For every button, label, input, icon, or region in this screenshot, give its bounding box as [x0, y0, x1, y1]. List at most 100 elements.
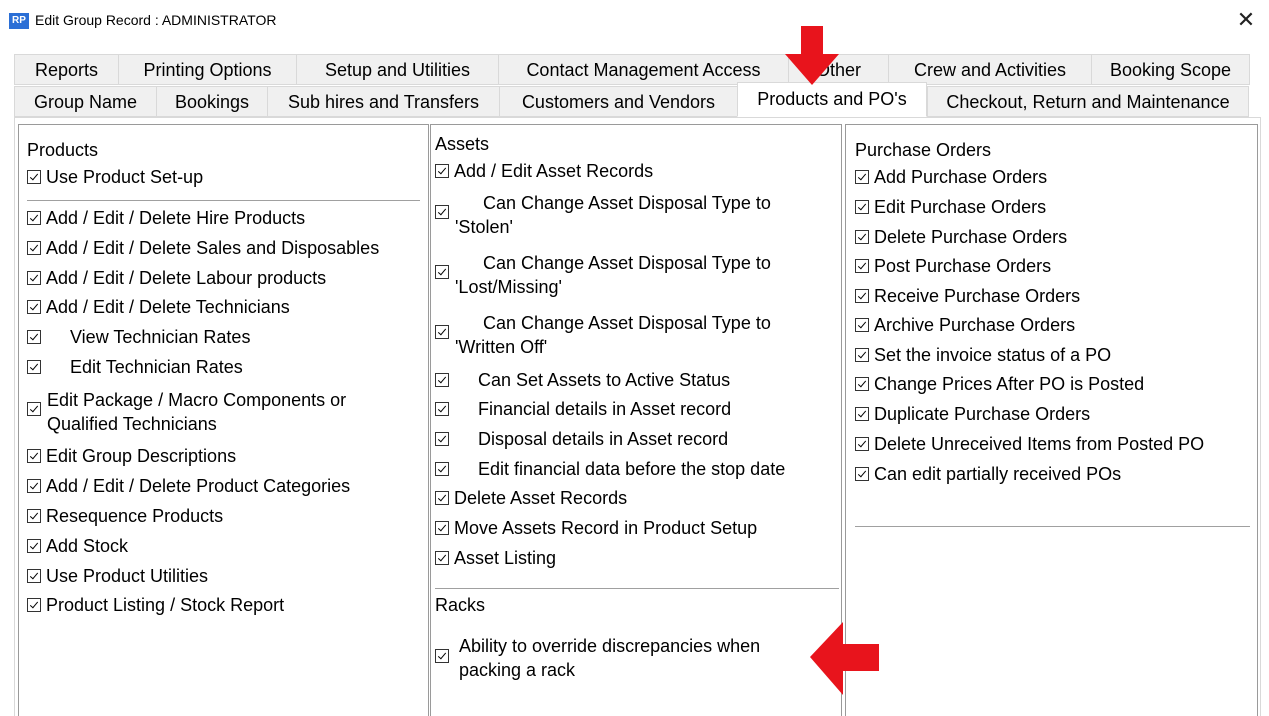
checkbox-sales-disposables[interactable]: Add / Edit / Delete Sales and Disposable… — [27, 234, 379, 263]
checkbox-icon[interactable] — [435, 401, 449, 416]
checkbox-disposal-written-off[interactable]: Can Change Asset Disposal Type to 'Writte… — [435, 311, 835, 359]
checkbox-icon[interactable] — [435, 205, 449, 219]
divider — [435, 588, 839, 589]
app-icon: RP — [9, 13, 29, 29]
checkbox-add-po[interactable]: Add Purchase Orders — [855, 163, 1047, 192]
checkbox-icon[interactable] — [27, 240, 41, 255]
checkbox-icon[interactable] — [435, 520, 449, 535]
tab-booking-scope[interactable]: Booking Scope — [1091, 54, 1250, 85]
tab-crew-and-activities[interactable]: Crew and Activities — [888, 54, 1091, 85]
checkbox-icon[interactable] — [27, 359, 41, 374]
tab-contact-management-access[interactable]: Contact Management Access — [498, 54, 788, 85]
checkbox-icon[interactable] — [27, 402, 41, 416]
checkbox-icon[interactable] — [27, 538, 41, 553]
tab-reports[interactable]: Reports — [14, 54, 118, 85]
checkbox-icon[interactable] — [855, 229, 869, 244]
checkbox-edit-financial-data[interactable]: Edit financial data before the stop date — [435, 455, 785, 484]
checkbox-edit-technician-rates[interactable]: Edit Technician Rates — [27, 353, 243, 382]
checkbox-use-product-setup[interactable]: Use Product Set-up — [27, 163, 203, 192]
checkbox-icon[interactable] — [855, 199, 869, 214]
checkbox-invoice-status-po[interactable]: Set the invoice status of a PO — [855, 341, 1111, 370]
checkbox-icon[interactable] — [855, 288, 869, 303]
tab-checkout-return-maintenance[interactable]: Checkout, Return and Maintenance — [927, 86, 1249, 117]
checkbox-receive-po[interactable]: Receive Purchase Orders — [855, 282, 1080, 311]
tab-printing-options[interactable]: Printing Options — [118, 54, 296, 85]
checkbox-delete-unreceived-items[interactable]: Delete Unreceived Items from Posted PO — [855, 430, 1204, 459]
checkbox-icon[interactable] — [855, 436, 869, 451]
tab-setup-and-utilities[interactable]: Setup and Utilities — [296, 54, 498, 85]
checkbox-icon[interactable] — [435, 325, 449, 339]
tab-products-and-pos[interactable]: Products and PO's — [737, 82, 927, 117]
checkbox-package-macro-components[interactable]: Edit Package / Macro Components or Qualif… — [27, 388, 417, 436]
checkbox-icon[interactable] — [27, 448, 41, 463]
checkbox-icon[interactable] — [435, 431, 449, 446]
checkbox-add-stock[interactable]: Add Stock — [27, 532, 128, 561]
checkbox-icon[interactable] — [27, 210, 41, 225]
checkbox-icon[interactable] — [855, 376, 869, 391]
checkbox-icon[interactable] — [27, 568, 41, 583]
tab-bookings[interactable]: Bookings — [156, 86, 267, 117]
checkbox-change-prices-po[interactable]: Change Prices After PO is Posted — [855, 370, 1144, 399]
checkbox-post-po[interactable]: Post Purchase Orders — [855, 252, 1051, 281]
left-arrow-annotation-icon — [810, 622, 879, 695]
checkbox-move-assets[interactable]: Move Assets Record in Product Setup — [435, 514, 757, 543]
checkbox-icon[interactable] — [435, 372, 449, 387]
products-heading: Products — [27, 140, 99, 160]
checkbox-icon[interactable] — [855, 406, 869, 421]
checkbox-icon[interactable] — [855, 466, 869, 481]
down-arrow-annotation-icon — [785, 26, 839, 85]
checkbox-group-descriptions[interactable]: Edit Group Descriptions — [27, 442, 236, 471]
checkbox-product-listing[interactable]: Product Listing / Stock Report — [27, 591, 284, 620]
purchase-orders-heading: Purchase Orders — [855, 140, 992, 160]
checkbox-icon[interactable] — [435, 163, 449, 178]
checkbox-icon[interactable] — [27, 299, 41, 314]
checkbox-view-technician-rates[interactable]: View Technician Rates — [27, 323, 250, 352]
checkbox-archive-po[interactable]: Archive Purchase Orders — [855, 311, 1075, 340]
checkbox-product-categories[interactable]: Add / Edit / Delete Product Categories — [27, 472, 350, 501]
checkbox-icon[interactable] — [855, 169, 869, 184]
checkbox-resequence-products[interactable]: Resequence Products — [27, 502, 223, 531]
checkbox-asset-listing[interactable]: Asset Listing — [435, 544, 556, 573]
tab-row-2: Group Name Bookings Sub hires and Transf… — [14, 82, 1249, 117]
tab-sub-hires-and-transfers[interactable]: Sub hires and Transfers — [267, 86, 499, 117]
checkbox-disposal-lost-missing[interactable]: Can Change Asset Disposal Type to 'Lost/M… — [435, 251, 835, 299]
checkbox-icon[interactable] — [855, 317, 869, 332]
window-title: Edit Group Record : ADMINISTRATOR — [35, 12, 277, 28]
checkbox-override-discrepancies[interactable]: Ability to override discrepancies when pa… — [435, 634, 835, 682]
checkbox-icon[interactable] — [27, 270, 41, 285]
close-button[interactable]: ✕ — [1231, 6, 1261, 36]
checkbox-icon[interactable] — [435, 461, 449, 476]
checkbox-icon[interactable] — [435, 490, 449, 505]
assets-heading: Assets — [435, 134, 490, 154]
checkbox-labour-products[interactable]: Add / Edit / Delete Labour products — [27, 264, 326, 293]
checkbox-hire-products[interactable]: Add / Edit / Delete Hire Products — [27, 204, 305, 233]
checkbox-disposal-details[interactable]: Disposal details in Asset record — [435, 425, 728, 454]
checkbox-delete-asset-records[interactable]: Delete Asset Records — [435, 484, 627, 513]
checkbox-edit-partially-received[interactable]: Can edit partially received POs — [855, 460, 1121, 489]
checkbox-icon[interactable] — [27, 597, 41, 612]
tab-customers-and-vendors[interactable]: Customers and Vendors — [499, 86, 737, 117]
title-bar: RP Edit Group Record : ADMINISTRATOR ✕ — [0, 0, 1269, 42]
checkbox-technicians[interactable]: Add / Edit / Delete Technicians — [27, 293, 290, 322]
checkbox-disposal-stolen[interactable]: Can Change Asset Disposal Type to 'Stolen… — [435, 191, 835, 239]
checkbox-icon[interactable] — [855, 347, 869, 362]
divider — [855, 526, 1250, 527]
checkbox-icon[interactable] — [27, 169, 41, 184]
checkbox-delete-po[interactable]: Delete Purchase Orders — [855, 223, 1067, 252]
checkbox-active-status[interactable]: Can Set Assets to Active Status — [435, 366, 730, 395]
checkbox-financial-details[interactable]: Financial details in Asset record — [435, 395, 731, 424]
checkbox-product-utilities[interactable]: Use Product Utilities — [27, 562, 208, 591]
checkbox-edit-po[interactable]: Edit Purchase Orders — [855, 193, 1046, 222]
divider — [27, 200, 420, 201]
checkbox-icon[interactable] — [27, 478, 41, 493]
checkbox-icon[interactable] — [435, 649, 449, 663]
checkbox-icon[interactable] — [27, 329, 41, 344]
checkbox-icon[interactable] — [27, 508, 41, 523]
checkbox-asset-records[interactable]: Add / Edit Asset Records — [435, 157, 653, 186]
tab-group-name[interactable]: Group Name — [14, 86, 156, 117]
checkbox-icon[interactable] — [435, 265, 449, 279]
racks-heading: Racks — [435, 595, 486, 615]
checkbox-icon[interactable] — [435, 550, 449, 565]
checkbox-icon[interactable] — [855, 258, 869, 273]
checkbox-duplicate-po[interactable]: Duplicate Purchase Orders — [855, 400, 1090, 429]
